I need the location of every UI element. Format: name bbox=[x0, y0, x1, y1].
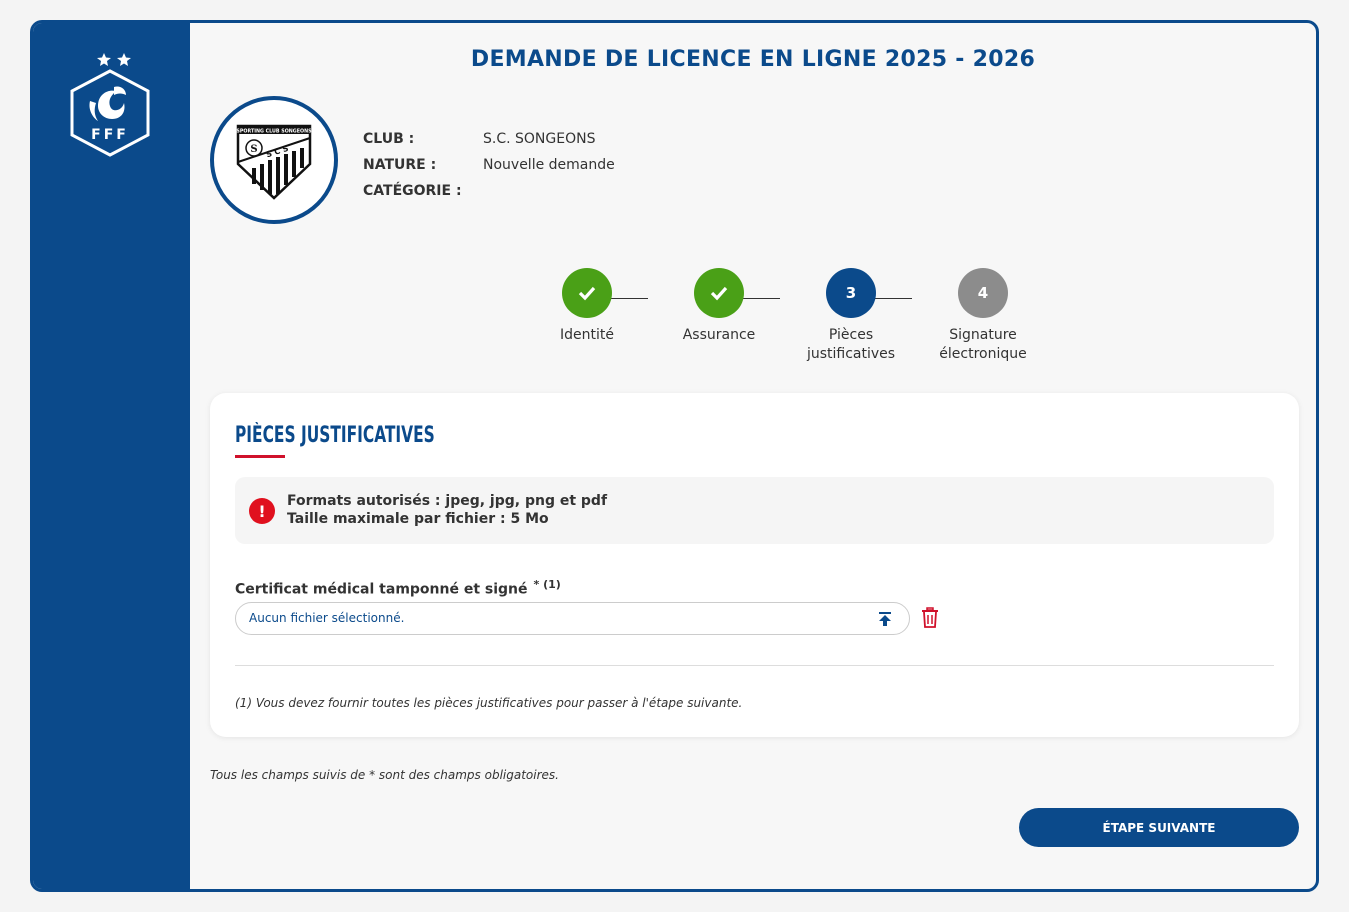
medical-certificate-file-input[interactable]: Aucun fichier sélectionné. bbox=[235, 602, 910, 635]
step-signature[interactable]: 4 Signature électronique bbox=[928, 268, 1038, 364]
divider bbox=[235, 665, 1274, 666]
allowed-formats-text: Formats autorisés : jpeg, jpg, png et pd… bbox=[287, 493, 608, 509]
page-title: DEMANDE DE LICENCE EN LIGNE 2025 - 2026 bbox=[470, 47, 1036, 72]
club-logo: SPORTING CLUB SONGEONS S S C S bbox=[210, 96, 338, 224]
categorie-label: CATÉGORIE : bbox=[363, 183, 462, 199]
file-status: Aucun fichier sélectionné. bbox=[249, 611, 405, 625]
upload-icon[interactable] bbox=[877, 611, 893, 627]
checkmark-icon bbox=[710, 286, 728, 301]
fff-logo: FFF bbox=[70, 53, 150, 157]
title-underline bbox=[235, 455, 285, 458]
step-done-circle bbox=[562, 268, 612, 318]
club-label: CLUB : bbox=[363, 131, 415, 147]
max-size-text: Taille maximale par fichier : 5 Mo bbox=[287, 511, 549, 527]
required-marker: * (1) bbox=[533, 578, 561, 591]
step-number: 4 bbox=[958, 268, 1008, 318]
app-frame: FFF DEMANDE DE LICENCE EN LIGNE 2025 - 2… bbox=[30, 20, 1319, 892]
step-number: 3 bbox=[826, 268, 876, 318]
nature-value: Nouvelle demande bbox=[483, 157, 615, 173]
step-label: Pièces justificatives bbox=[806, 327, 896, 362]
step-done-circle bbox=[694, 268, 744, 318]
step-label: Identité bbox=[560, 327, 614, 343]
progress-stepper: Identité Assurance 3 Pièces justificative… bbox=[520, 268, 1027, 378]
medical-certificate-label: Certificat médical tamponné et signé * (1… bbox=[235, 578, 561, 598]
step-pieces-justificatives[interactable]: 3 Pièces justificatives bbox=[796, 268, 906, 364]
step-identite[interactable]: Identité bbox=[532, 268, 642, 345]
step-label: Assurance bbox=[682, 327, 756, 343]
step-label: Signature électronique bbox=[939, 327, 1027, 362]
documents-card: PIÈCES JUSTIFICATIVES ! Formats autorisé… bbox=[210, 393, 1299, 737]
required-fields-note: Tous les champs suivis de * sont des cha… bbox=[210, 768, 559, 782]
categorie-row: CATÉGORIE : bbox=[363, 178, 615, 204]
footnote: (1) Vous devez fournir toutes les pièces… bbox=[235, 696, 743, 710]
club-value: S.C. SONGEONS bbox=[483, 131, 596, 147]
nature-row: NATURE : Nouvelle demande bbox=[363, 152, 615, 178]
next-step-button[interactable]: ÉTAPE SUIVANTE bbox=[1019, 808, 1299, 847]
step-assurance[interactable]: Assurance bbox=[664, 268, 774, 345]
club-info: CLUB : S.C. SONGEONS NATURE : Nouvelle d… bbox=[363, 126, 615, 204]
nature-label: NATURE : bbox=[363, 157, 437, 173]
svg-text:S: S bbox=[250, 144, 257, 155]
sidebar: FFF bbox=[33, 23, 190, 889]
club-row: CLUB : S.C. SONGEONS bbox=[363, 126, 615, 152]
section-title: PIÈCES JUSTIFICATIVES bbox=[235, 423, 435, 448]
club-crest-icon: SPORTING CLUB SONGEONS S S C S bbox=[236, 124, 312, 200]
format-alert: ! Formats autorisés : jpeg, jpg, png et … bbox=[235, 477, 1274, 544]
club-logo-text: SPORTING CLUB SONGEONS bbox=[236, 129, 312, 135]
main-content: DEMANDE DE LICENCE EN LIGNE 2025 - 2026 … bbox=[190, 23, 1316, 889]
fff-logo-text: FFF bbox=[91, 127, 129, 143]
alert-icon: ! bbox=[249, 498, 275, 524]
checkmark-icon bbox=[578, 286, 596, 301]
trash-icon[interactable] bbox=[920, 607, 940, 629]
